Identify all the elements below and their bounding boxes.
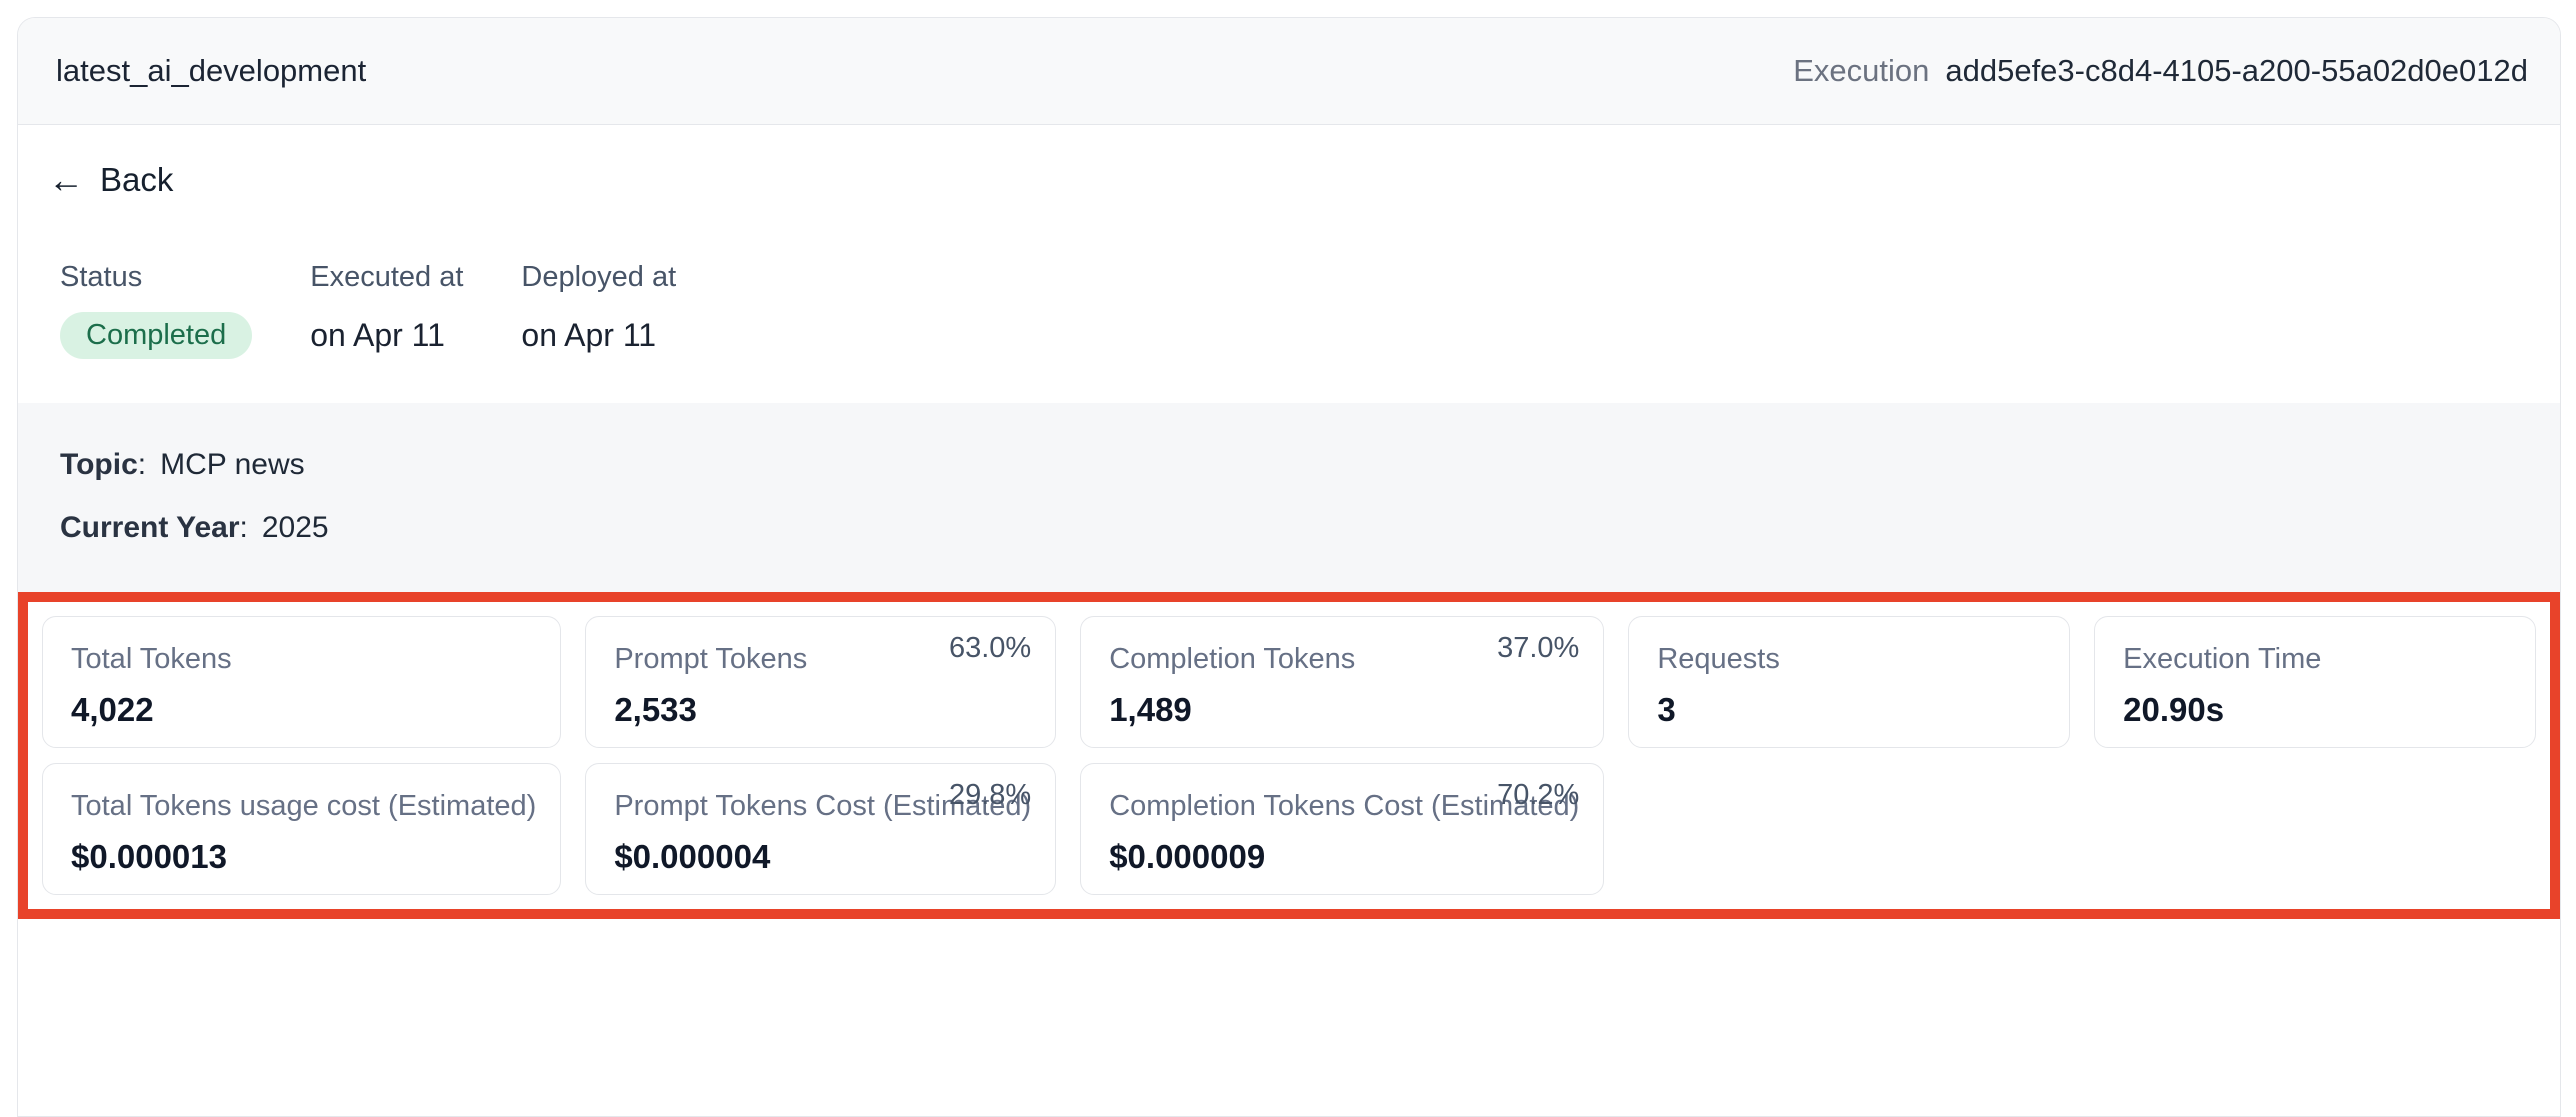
metric-label: Total Tokens usage cost (Estimated) (71, 789, 536, 823)
metric-value: 3 (1657, 691, 2045, 729)
inputs-section: Topic:MCP news Current Year:2025 (18, 403, 2560, 592)
metric-card-execution-time: Execution Time 20.90s (2094, 616, 2536, 748)
executed-at-value: on Apr 11 (310, 312, 463, 359)
metric-value: $0.000004 (614, 838, 1031, 876)
metric-value: 1,489 (1109, 691, 1579, 729)
metric-percentage: 70.2% (1497, 779, 1579, 812)
deployed-at-value: on Apr 11 (521, 312, 676, 359)
metric-label: Total Tokens (71, 642, 536, 676)
back-button[interactable]: ← Back (48, 161, 173, 199)
metric-card-total-tokens: Total Tokens 4,022 (42, 616, 561, 748)
year-separator: : (240, 511, 248, 544)
page-title: latest_ai_development (56, 53, 366, 89)
deployed-at-label: Deployed at (521, 261, 676, 294)
topic-line: Topic: MCP news (60, 447, 2518, 483)
current-year-value: 2025 (262, 511, 329, 544)
execution-label: Execution (1793, 53, 1929, 89)
metric-percentage: 37.0% (1497, 632, 1579, 665)
status-label: Status (60, 261, 252, 294)
metric-card-prompt-tokens: Prompt Tokens 2,533 63.0% (585, 616, 1056, 748)
back-arrow-icon: ← (48, 162, 84, 198)
back-row: ← Back (18, 125, 2560, 199)
card-header: latest_ai_development Execution add5efe3… (18, 18, 2560, 125)
metric-value: $0.000009 (1109, 838, 1579, 876)
current-year-label: Current Year (60, 511, 240, 544)
status-column: Status Completed (60, 261, 252, 359)
metrics-highlight-region: Total Tokens 4,022 Prompt Tokens 2,533 6… (18, 592, 2560, 919)
topic-separator: : (138, 448, 146, 481)
executed-at-column: Executed at on Apr 11 (310, 261, 463, 359)
metric-percentage: 29.8% (949, 779, 1031, 812)
metrics-grid: Total Tokens 4,022 Prompt Tokens 2,533 6… (42, 616, 2536, 895)
metric-card-completion-tokens: Completion Tokens 1,489 37.0% (1080, 616, 1604, 748)
executed-at-label: Executed at (310, 261, 463, 294)
metric-card-total-cost: Total Tokens usage cost (Estimated) $0.0… (42, 763, 561, 895)
execution-id-group: Execution add5efe3-c8d4-4105-a200-55a02d… (1793, 53, 2528, 89)
metric-card-completion-cost: Completion Tokens Cost (Estimated) $0.00… (1080, 763, 1604, 895)
metric-label: Execution Time (2123, 642, 2511, 676)
metric-label: Requests (1657, 642, 2045, 676)
topic-value: MCP news (160, 448, 305, 481)
deployed-at-column: Deployed at on Apr 11 (521, 261, 676, 359)
execution-detail-card: latest_ai_development Execution add5efe3… (17, 17, 2561, 1117)
metric-value: $0.000013 (71, 838, 536, 876)
back-label: Back (100, 161, 173, 199)
metric-value: 4,022 (71, 691, 536, 729)
current-year-line: Current Year:2025 (60, 510, 2518, 546)
metric-card-requests: Requests 3 (1628, 616, 2070, 748)
topic-label: Topic (60, 448, 138, 481)
status-badge: Completed (60, 312, 252, 359)
metric-percentage: 63.0% (949, 632, 1031, 665)
metric-value: 2,533 (614, 691, 1031, 729)
metric-value: 20.90s (2123, 691, 2511, 729)
bottom-spacer (18, 919, 2560, 979)
metric-card-prompt-cost: Prompt Tokens Cost (Estimated) $0.000004… (585, 763, 1056, 895)
execution-id: add5efe3-c8d4-4105-a200-55a02d0e012d (1945, 53, 2528, 89)
status-row: Status Completed Executed at on Apr 11 D… (18, 199, 2560, 359)
